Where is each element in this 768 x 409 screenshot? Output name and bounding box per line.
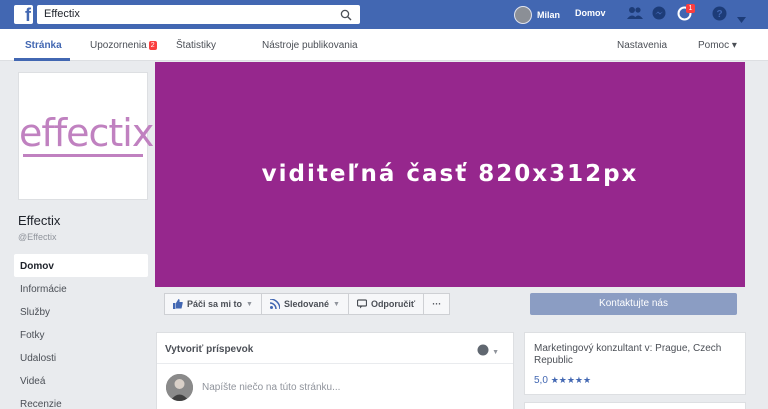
more-button[interactable]: ··· xyxy=(423,293,451,315)
notification-count-badge: 1 xyxy=(686,4,695,13)
about-card: Marketingový konzultant v: Prague, Czech… xyxy=(524,332,746,395)
avatar xyxy=(514,5,532,24)
tab-settings[interactable]: Nastavenia xyxy=(617,40,667,51)
cover-photo[interactable]: viditeľná časť 820x312px xyxy=(155,62,745,287)
user-profile-link[interactable]: Milan xyxy=(514,5,560,24)
post-privacy-selector[interactable]: ▼ xyxy=(477,343,499,361)
star-icon: ★★★★★ xyxy=(550,375,592,385)
svg-text:?: ? xyxy=(716,9,722,20)
share-icon xyxy=(356,299,367,309)
help-icon[interactable]: ? xyxy=(712,6,727,26)
category-text: Marketingový konzultant v: Prague, Czech… xyxy=(534,343,722,366)
follow-button[interactable]: Sledované ▼ xyxy=(260,293,349,315)
page-nav: Stránka Upozornenia 2 Štatistiky Nástroje… xyxy=(0,29,768,61)
tab-page[interactable]: Stránka xyxy=(25,40,62,51)
rss-icon xyxy=(269,299,280,309)
chevron-down-icon: ▼ xyxy=(492,348,499,356)
profile-picture[interactable]: effectix xyxy=(18,72,154,200)
home-link[interactable]: Domov xyxy=(575,8,606,18)
create-post-card: Vytvoriť príspevok ▼ Napíšte niečo na tú… xyxy=(156,332,514,409)
user-name: Milan xyxy=(537,9,561,20)
sidebar-item-events[interactable]: Udalosti xyxy=(14,346,148,369)
sidebar-item-photos[interactable]: Fotky xyxy=(14,323,148,346)
search-value: Effectix xyxy=(44,8,80,20)
secondary-card xyxy=(524,402,746,409)
page-title[interactable]: Effectix xyxy=(18,213,60,228)
tab-notifications-label: Upozornenia xyxy=(90,40,147,51)
top-bar: f Effectix Milan Domov 1 ? xyxy=(0,0,768,29)
post-input[interactable]: Napíšte niečo na túto stránku... xyxy=(202,382,340,393)
follow-label: Sledované xyxy=(283,299,329,309)
create-post-title: Vytvoriť príspevok xyxy=(165,344,254,355)
sidebar-item-videos[interactable]: Videá xyxy=(14,369,148,392)
contact-button[interactable]: Kontaktujte nás xyxy=(530,293,737,315)
tab-publishing-tools[interactable]: Nástroje publikovania xyxy=(262,40,358,51)
sidebar-item-reviews[interactable]: Recenzie xyxy=(14,392,148,409)
chevron-down-icon: ▼ xyxy=(246,300,253,308)
tab-insights[interactable]: Štatistiky xyxy=(176,40,216,51)
logo-underline xyxy=(23,154,143,157)
chevron-down-icon: ▼ xyxy=(333,300,340,308)
divider xyxy=(157,363,513,364)
messenger-icon[interactable] xyxy=(652,6,666,25)
tab-notifications[interactable]: Upozornenia 2 xyxy=(90,40,157,51)
facebook-logo-icon[interactable]: f xyxy=(14,5,33,25)
cover-text: viditeľná časť 820x312px xyxy=(261,161,639,187)
like-button[interactable]: Páči sa mi to ▼ xyxy=(164,293,262,315)
logo-text: effectix xyxy=(19,111,154,155)
sidebar-item-about[interactable]: Informácie xyxy=(14,277,148,300)
sidebar-item-services[interactable]: Služby xyxy=(14,300,148,323)
page-handle[interactable]: @Effectix xyxy=(18,232,56,242)
more-label: ··· xyxy=(432,299,442,309)
thumbs-up-icon xyxy=(173,299,183,309)
search-icon[interactable] xyxy=(340,8,352,26)
active-tab-indicator xyxy=(14,58,70,61)
like-label: Páči sa mi to xyxy=(187,299,243,309)
page-actions: Páči sa mi to ▼ Sledované ▼ Odporučiť ··… xyxy=(164,293,451,315)
chevron-down-icon[interactable] xyxy=(737,10,746,28)
rating[interactable]: 5,0 ★★★★★ xyxy=(534,375,591,386)
tab-help[interactable]: Pomoc ▾ xyxy=(698,40,737,51)
sidebar-item-home[interactable]: Domov xyxy=(14,254,148,277)
share-button[interactable]: Odporučiť xyxy=(347,293,425,315)
search-input[interactable]: Effectix xyxy=(37,5,360,24)
sidebar-menu: Domov Informácie Služby Fotky Udalosti V… xyxy=(14,254,148,409)
friends-icon[interactable] xyxy=(627,6,643,25)
rating-value: 5,0 xyxy=(534,375,548,386)
avatar xyxy=(166,374,193,401)
globe-icon xyxy=(477,343,489,361)
share-label: Odporučiť xyxy=(370,299,416,309)
notifications-badge: 2 xyxy=(148,41,157,50)
